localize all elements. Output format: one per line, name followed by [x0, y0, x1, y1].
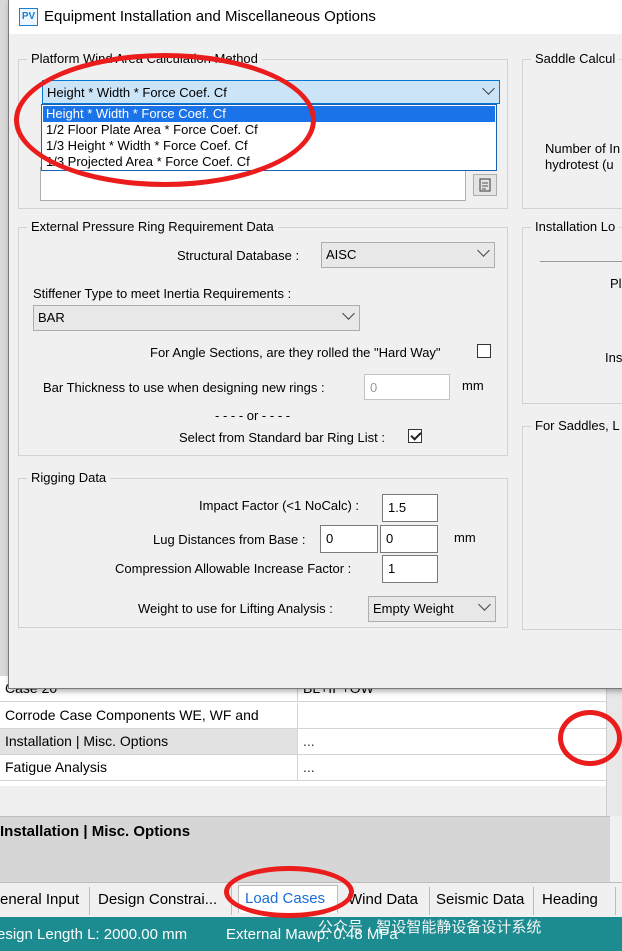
- platform-method-select[interactable]: Height * Width * Force Coef. Cf: [42, 80, 500, 104]
- notepad-icon: [479, 178, 491, 192]
- group-label: Saddle Calcul: [531, 51, 620, 66]
- tab-heading[interactable]: Heading: [536, 887, 616, 915]
- tab-seismic-data[interactable]: Seismic Data: [430, 887, 534, 915]
- structural-db-select[interactable]: AISC: [321, 242, 495, 268]
- stiffener-value: BAR: [38, 310, 65, 325]
- dropdown-option[interactable]: 1/2 Floor Plate Area * Force Coef. Cf: [43, 122, 495, 138]
- installation-line-3: Ins: [605, 350, 622, 365]
- lug-distance-value-2: 0: [386, 531, 394, 546]
- chevron-down-icon: [478, 598, 491, 611]
- tab-load-cases[interactable]: Load Cases: [238, 885, 338, 913]
- saddle-calc-group: Saddle Calcul Number of In hydrotest (u: [522, 51, 622, 209]
- chevron-down-icon: [342, 307, 355, 320]
- or-separator: - - - - or - - - -: [215, 408, 291, 423]
- saddle-line-1: Number of In: [545, 141, 621, 156]
- platform-method-value: Height * Width * Force Coef. Cf: [47, 85, 227, 100]
- rigging-group: Rigging Data Impact Factor (<1 NoCalc) :…: [18, 470, 508, 628]
- grid-scrollbar[interactable]: [606, 676, 622, 816]
- bar-thickness-input[interactable]: 0: [364, 374, 450, 400]
- lug-distance-input-2[interactable]: 0: [380, 525, 438, 553]
- dropdown-option[interactable]: 1/3 Height * Width * Force Coef. Cf: [43, 138, 495, 154]
- tab-design-constraints[interactable]: Design Constrai...: [92, 887, 232, 915]
- lifting-weight-value: Empty Weight: [373, 601, 454, 616]
- comp-factor-input[interactable]: 1: [382, 555, 438, 583]
- comp-factor-value: 1: [388, 561, 396, 576]
- lug-distance-value-1: 0: [326, 531, 334, 546]
- impact-factor-input[interactable]: 1.5: [382, 494, 438, 522]
- platform-notes-box[interactable]: [40, 167, 466, 201]
- ellipsis-button[interactable]: ...: [303, 759, 603, 775]
- ext-pressure-group: External Pressure Ring Requirement Data …: [18, 219, 508, 456]
- group-label: Platform Wind Area Calculation Method: [27, 51, 262, 66]
- select-std-checkbox[interactable]: [408, 429, 422, 443]
- structural-db-value: AISC: [326, 247, 357, 262]
- for-saddles-group: For Saddles, L: [522, 418, 622, 630]
- grid-row[interactable]: Fatigue Analysis ...: [0, 755, 610, 781]
- angle-hardway-checkbox[interactable]: [477, 344, 491, 358]
- chevron-down-icon: [482, 82, 495, 95]
- watermark: 公众号 · 智设智能静设备设计系统: [318, 919, 542, 936]
- stiffener-label: Stiffener Type to meet Inertia Requireme…: [33, 286, 292, 301]
- chevron-down-icon: [477, 244, 490, 257]
- grid-row-selected[interactable]: Installation | Misc. Options ...: [0, 729, 611, 755]
- dropdown-option[interactable]: Height * Width * Force Coef. Cf: [43, 106, 495, 122]
- lug-unit: mm: [454, 530, 476, 545]
- app-icon: PV: [19, 8, 38, 26]
- group-label: Installation Lo: [531, 219, 620, 234]
- grid-row-name: Installation | Misc. Options: [5, 733, 169, 749]
- comp-factor-label: Compression Allowable Increase Factor :: [115, 561, 352, 576]
- installation-loads-group: Installation Lo Pla I Ins: [522, 219, 622, 404]
- bar-thickness-label: Bar Thickness to use when designing new …: [43, 380, 325, 395]
- grid-row-name: Fatigue Analysis: [5, 759, 107, 775]
- installation-line-1: Pla: [610, 276, 622, 291]
- platform-method-dropdown: Height * Width * Force Coef. Cf 1/2 Floo…: [41, 104, 497, 171]
- lug-label: Lug Distances from Base :: [153, 532, 306, 547]
- description-title: Installation | Misc. Options: [0, 823, 191, 840]
- bar-thickness-unit: mm: [462, 378, 484, 393]
- grid-row-name: Corrode Case Components WE, WF and: [5, 707, 259, 723]
- status-design-length: esign Length L: 2000.00 mm: [0, 926, 188, 943]
- weight-label: Weight to use for Lifting Analysis :: [138, 601, 333, 616]
- lug-distance-input-1[interactable]: 0: [320, 525, 378, 553]
- group-label: For Saddles, L: [531, 418, 622, 433]
- stiffener-select[interactable]: BAR: [33, 305, 360, 331]
- properties-grid: Case 20 BL+IP+OW Corrode Case Components…: [0, 676, 611, 786]
- tab-wind-data[interactable]: Wind Data: [342, 887, 430, 915]
- dialog-title: Equipment Installation and Miscellaneous…: [44, 8, 376, 25]
- impact-label: Impact Factor (<1 NoCalc) :: [199, 498, 360, 513]
- bar-thickness-value: 0: [370, 380, 378, 395]
- tab-general-input[interactable]: eneral Input: [0, 887, 90, 915]
- divider: [540, 261, 622, 262]
- angle-label: For Angle Sections, are they rolled the …: [150, 345, 441, 360]
- structural-db-label: Structural Database :: [177, 248, 300, 263]
- ellipsis-button[interactable]: ...: [303, 733, 603, 749]
- group-label: External Pressure Ring Requirement Data: [27, 219, 278, 234]
- tab-bar: eneral Input Design Constrai... Load Cas…: [0, 882, 622, 917]
- dialog-titlebar[interactable]: PV Equipment Installation and Miscellane…: [9, 0, 622, 34]
- saddle-line-2: hydrotest (u: [545, 157, 614, 172]
- select-std-label: Select from Standard bar Ring List :: [179, 430, 385, 445]
- lifting-weight-select[interactable]: Empty Weight: [368, 596, 496, 622]
- notes-button[interactable]: [473, 174, 497, 196]
- impact-factor-value: 1.5: [388, 500, 407, 515]
- grid-row[interactable]: Corrode Case Components WE, WF and: [0, 703, 610, 729]
- description-panel: Installation | Misc. Options: [0, 816, 610, 883]
- dropdown-option[interactable]: 1/3 Projected Area * Force Coef. Cf: [43, 154, 495, 170]
- group-label: Rigging Data: [27, 470, 111, 485]
